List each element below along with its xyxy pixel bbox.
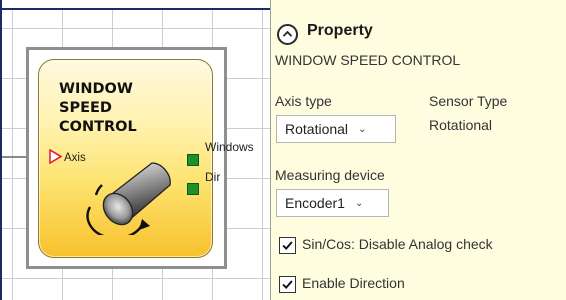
- axis-type-label: Axis type: [275, 93, 332, 109]
- property-panel-title: Property: [307, 22, 373, 39]
- dir-output-label: Dir: [205, 170, 221, 184]
- chevron-down-icon: ⌄: [354, 197, 364, 209]
- property-panel: Property WINDOW SPEED CONTROL Axis type …: [270, 0, 566, 300]
- windows-output-pin[interactable]: [187, 154, 199, 166]
- axis-type-selected-value: Rotational: [285, 121, 349, 137]
- windows-output-label: Windows: [205, 140, 254, 154]
- rotational-cylinder-icon: [86, 162, 171, 235]
- measuring-device-dropdown[interactable]: Encoder1 ⌄: [276, 189, 389, 217]
- sensor-type-value: Rotational: [429, 117, 493, 133]
- enable-direction-checkbox[interactable]: [279, 276, 296, 293]
- axis-input-marker-icon: [49, 149, 62, 164]
- chevron-down-icon: ⌄: [358, 123, 367, 135]
- dir-output-pin[interactable]: [187, 183, 199, 195]
- sincos-disable-analog-label: Sin/Cos: Disable Analog check: [302, 236, 493, 252]
- block-title: WINDOW SPEED CONTROL: [59, 81, 137, 135]
- block-name-label: WINDOW SPEED CONTROL: [275, 52, 461, 68]
- axis-type-dropdown[interactable]: Rotational ⌄: [276, 115, 396, 143]
- collapse-chevron-up-icon[interactable]: [277, 24, 298, 45]
- sensor-type-label: Sensor Type: [429, 93, 508, 109]
- measuring-device-label: Measuring device: [275, 167, 385, 183]
- sincos-disable-analog-checkbox[interactable]: [279, 237, 296, 254]
- enable-direction-label: Enable Direction: [302, 275, 405, 291]
- diagram-canvas[interactable]: WINDOW SPEED CONTROL Axis Windows Dir: [0, 0, 270, 300]
- measuring-device-selected-value: Encoder1: [285, 195, 345, 211]
- canvas-top-border: [2, 0, 270, 10]
